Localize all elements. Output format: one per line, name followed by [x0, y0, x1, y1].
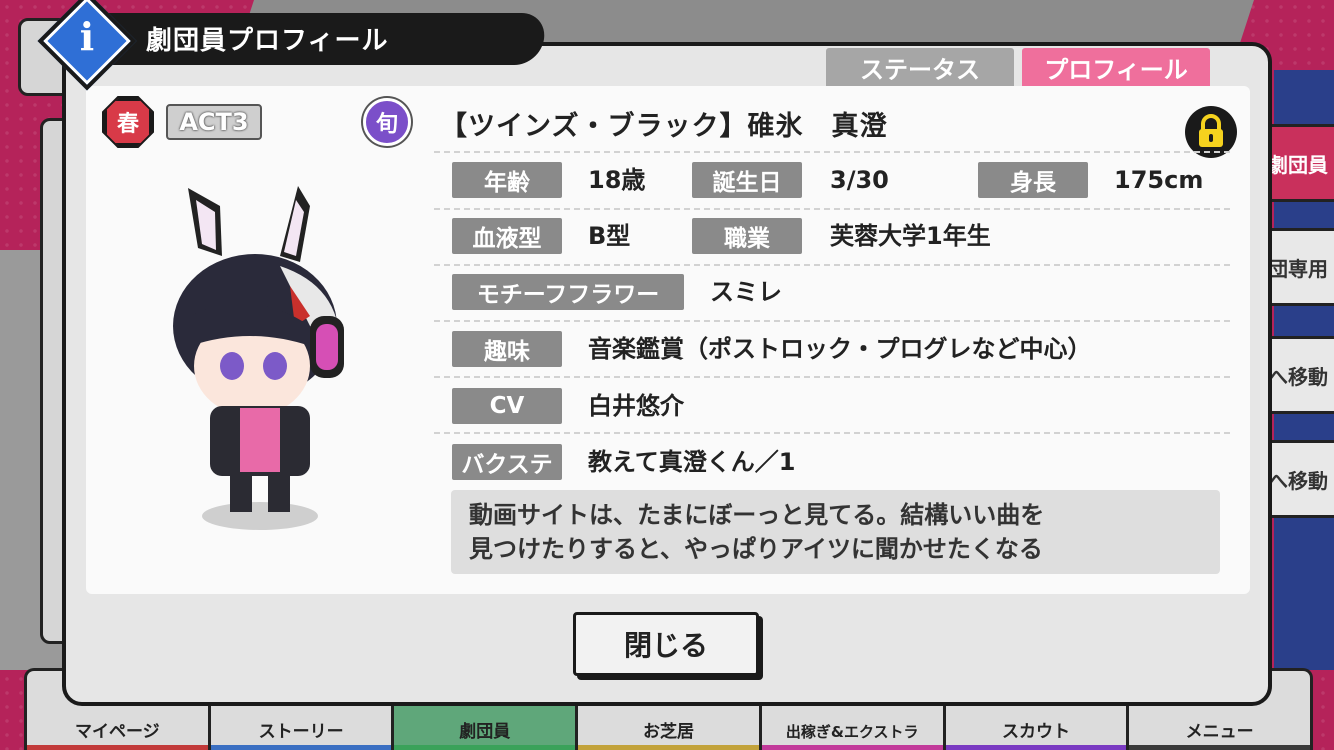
side-tab-label: へ移動	[1268, 468, 1328, 493]
age-label: 年齢	[452, 162, 562, 198]
blood-type-label: 血液型	[452, 218, 562, 254]
cv-value: 白井悠介	[588, 392, 684, 420]
job-value: 芙蓉大学1年生	[830, 222, 991, 250]
side-tab-label: 劇団員	[1268, 152, 1328, 177]
nav-color-bar	[1129, 745, 1311, 750]
hobby-label: 趣味	[452, 331, 562, 367]
side-tab-move-2[interactable]: へ移動	[1264, 440, 1334, 518]
act-badge: ACT3	[166, 104, 262, 140]
divider	[434, 208, 1230, 210]
hobby-value: 音楽鑑賞（ポストロック・プログレなど中心）	[588, 335, 1092, 363]
motif-flower-label: モチーフフラワー	[452, 274, 684, 310]
nav-label: お芝居	[643, 722, 695, 742]
nav-label: スカウト	[1001, 722, 1070, 742]
nav-color-bar	[578, 745, 759, 750]
nav-color-bar	[210, 745, 392, 750]
divider	[434, 151, 1230, 153]
nav-label: マイページ	[75, 722, 160, 742]
divider	[434, 320, 1230, 322]
motif-flower-value: スミレ	[710, 278, 782, 306]
nav-color-bar	[394, 745, 576, 750]
tab-label: ステータス	[860, 55, 980, 84]
side-tab-move-1[interactable]: へ移動	[1264, 336, 1334, 414]
height-label: 身長	[978, 162, 1088, 198]
job-label: 職業	[692, 218, 802, 254]
blood-type-value: B型	[588, 222, 631, 250]
character-name: 【ツインズ・ブラック】碓氷 真澄	[440, 111, 888, 142]
close-button[interactable]: 閉じる	[573, 612, 759, 676]
tab-profile[interactable]: プロフィール	[1022, 48, 1210, 86]
birthday-label: 誕生日	[692, 162, 802, 198]
shun-badge: 旬	[363, 98, 411, 146]
age-value: 18歳	[588, 166, 646, 194]
character-illustration	[160, 176, 380, 546]
nav-label: 出稼ぎ&エクストラ	[785, 723, 919, 741]
tab-status[interactable]: ステータス	[826, 48, 1014, 86]
character-quote: 動画サイトは、たまにぼーっと見てる。結構いい曲を 見つけたりすると、やっぱりアイ…	[451, 490, 1220, 574]
nav-label: メニュー	[1185, 722, 1254, 742]
nav-label: ストーリー	[258, 722, 344, 742]
side-tab-exclusive[interactable]: 劇団専用	[1264, 228, 1334, 306]
birthday-value: 3/30	[830, 166, 889, 194]
dialog-title: 劇団員プロフィール	[146, 26, 389, 56]
cv-label: CV	[452, 388, 562, 424]
side-tab-label: へ移動	[1268, 364, 1328, 389]
height-value: 175cm	[1114, 166, 1204, 194]
nav-color-bar	[27, 745, 208, 750]
backstage-value[interactable]: 教えて真澄くん／1	[588, 444, 796, 480]
side-tab-members[interactable]: 劇団員	[1264, 124, 1334, 202]
divider	[434, 264, 1230, 266]
tab-label: プロフィール	[1044, 55, 1188, 84]
divider	[434, 432, 1230, 434]
quote-line-1: 動画サイトは、たまにぼーっと見てる。結構いい曲を	[469, 501, 1045, 529]
divider	[434, 376, 1230, 378]
side-tab-label: 劇団専用	[1267, 256, 1328, 281]
backstage-label: バクステ	[452, 444, 562, 480]
nav-label: 劇団員	[459, 722, 511, 742]
nav-color-bar	[945, 745, 1127, 750]
quote-line-2: 見つけたりすると、やっぱりアイツに聞かせたくなる	[469, 535, 1043, 563]
info-icon-glyph: i	[79, 14, 95, 59]
nav-color-bar	[761, 745, 943, 750]
